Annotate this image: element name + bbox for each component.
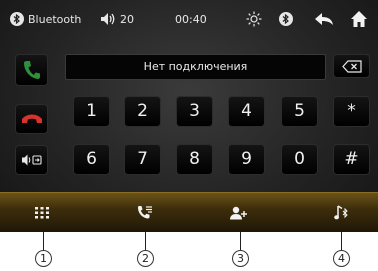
home-icon[interactable] xyxy=(350,10,368,27)
key-hash[interactable]: # xyxy=(333,144,370,175)
call-answer-icon xyxy=(23,61,40,79)
callout-line-4 xyxy=(341,232,342,250)
key-7[interactable]: 7 xyxy=(124,144,161,175)
callout-line-1 xyxy=(43,232,44,250)
bottom-tab-bar xyxy=(0,192,378,232)
key-3[interactable]: 3 xyxy=(176,96,213,127)
tab-call-log[interactable] xyxy=(110,193,180,232)
key-star[interactable]: * xyxy=(333,96,370,127)
tab-dialpad[interactable] xyxy=(7,193,77,232)
call-hangup-icon xyxy=(21,114,42,123)
contacts-icon xyxy=(230,206,247,220)
hang-up-button[interactable] xyxy=(15,104,48,134)
call-log-icon xyxy=(138,206,152,219)
key-4[interactable]: 4 xyxy=(228,96,265,127)
callout-1: 1 xyxy=(35,250,52,267)
status-bar: Bluetooth 20 00:40 xyxy=(0,0,378,38)
key-1[interactable]: 1 xyxy=(73,96,110,127)
key-8[interactable]: 8 xyxy=(176,144,213,175)
tab-contacts[interactable] xyxy=(204,193,274,232)
backspace-icon xyxy=(342,60,362,73)
bluetooth-music-icon xyxy=(334,205,348,220)
callout-line-3 xyxy=(240,232,241,250)
audio-transfer-button[interactable] xyxy=(15,145,48,175)
back-icon[interactable] xyxy=(314,11,334,27)
bluetooth-icon xyxy=(10,12,24,26)
source-label: Bluetooth xyxy=(28,13,82,26)
brightness-icon[interactable] xyxy=(246,11,262,27)
answer-call-button[interactable] xyxy=(15,54,48,86)
clock: 00:40 xyxy=(175,13,207,26)
volume-icon[interactable] xyxy=(99,11,117,27)
audio-transfer-icon xyxy=(21,154,42,166)
tab-bluetooth-music[interactable] xyxy=(306,193,376,232)
bluetooth-connection-icon xyxy=(279,12,293,26)
callout-2: 2 xyxy=(137,250,154,267)
volume-level: 20 xyxy=(120,13,134,26)
callout-4: 4 xyxy=(333,250,350,267)
key-9[interactable]: 9 xyxy=(228,144,265,175)
key-5[interactable]: 5 xyxy=(281,96,318,127)
car-head-unit-screen: Bluetooth 20 00:40 Нет подключения 1 2 3… xyxy=(0,0,378,232)
key-6[interactable]: 6 xyxy=(73,144,110,175)
number-display: Нет подключения xyxy=(65,54,326,80)
dialpad-icon xyxy=(35,207,49,219)
backspace-button[interactable] xyxy=(333,54,370,78)
key-2[interactable]: 2 xyxy=(124,96,161,127)
key-0[interactable]: 0 xyxy=(281,144,318,175)
callout-line-2 xyxy=(145,232,146,250)
callout-3: 3 xyxy=(232,250,249,267)
